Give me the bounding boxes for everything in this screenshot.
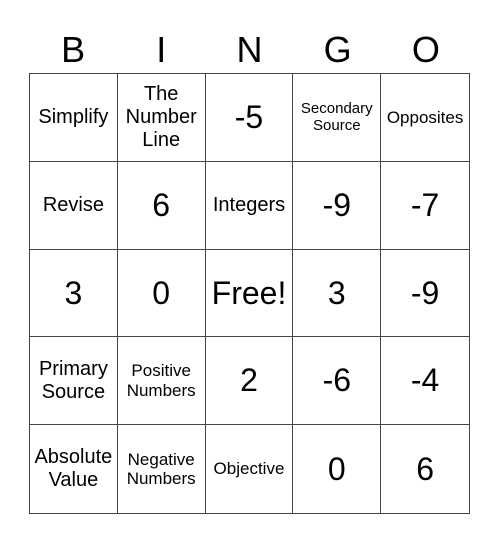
bingo-cell[interactable]: 3 xyxy=(30,249,118,338)
cell-text: -7 xyxy=(410,186,440,223)
cell-text: -5 xyxy=(234,99,264,135)
bingo-cell[interactable]: Integers xyxy=(205,161,294,250)
bingo-cell[interactable]: Objective xyxy=(206,425,294,513)
bingo-cell[interactable]: -6 xyxy=(293,337,382,426)
bingo-cell[interactable]: Positive Numbers xyxy=(117,337,206,426)
cell-text: Simplify xyxy=(38,105,109,128)
bingo-cell[interactable]: -5 xyxy=(205,74,294,162)
bingo-header: B I N G O xyxy=(29,26,470,73)
cell-text: Primary Source xyxy=(38,357,108,403)
header-letter-g: G xyxy=(323,29,352,70)
free-space-cell[interactable]: Free! xyxy=(205,249,294,338)
cell-text: -9 xyxy=(410,274,440,311)
bingo-grid: Simplify The Number Line -5 Secondary Sourc… xyxy=(29,73,470,514)
cell-text: 3 xyxy=(64,274,83,311)
bingo-cell[interactable]: -9 xyxy=(293,161,382,250)
bingo-cell[interactable]: Opposites xyxy=(381,74,469,162)
bingo-cell[interactable]: 3 xyxy=(293,249,382,338)
cell-text: 0 xyxy=(327,450,346,487)
bingo-cell[interactable]: Primary Source xyxy=(30,337,118,426)
bingo-cell[interactable]: The Number Line xyxy=(117,74,206,162)
cell-text: Opposites xyxy=(386,107,464,127)
cell-text: The Number Line xyxy=(125,82,197,151)
cell-text: 3 xyxy=(327,274,346,311)
cell-text: Objective xyxy=(213,459,285,479)
cell-text: -6 xyxy=(322,362,352,399)
header-letter-o: O xyxy=(411,29,440,70)
cell-text: Integers xyxy=(212,193,286,216)
cell-text: Absolute Value xyxy=(34,446,113,492)
cell-text: Revise xyxy=(42,193,104,216)
header-letter-i: I xyxy=(156,29,167,70)
cell-text: 0 xyxy=(152,274,171,311)
header-letter-b: B xyxy=(61,29,86,70)
cell-text: Positive Numbers xyxy=(126,361,196,400)
bingo-cell[interactable]: -7 xyxy=(381,162,469,250)
bingo-cell[interactable]: Negative Numbers xyxy=(118,425,206,513)
bingo-cell[interactable]: Absolute Value xyxy=(30,425,118,513)
cell-text: 6 xyxy=(152,186,171,223)
bingo-cell[interactable]: 6 xyxy=(117,161,206,250)
bingo-cell[interactable]: -9 xyxy=(381,250,469,338)
bingo-cell[interactable]: Secondary Source xyxy=(293,74,382,162)
bingo-cell[interactable]: 2 xyxy=(205,337,294,426)
cell-text: 6 xyxy=(416,450,434,487)
bingo-cell[interactable]: Simplify xyxy=(30,74,118,162)
cell-text: 2 xyxy=(240,362,258,399)
cell-text: Secondary Source xyxy=(300,100,373,135)
cell-text: Negative Numbers xyxy=(126,449,196,489)
bingo-cell[interactable]: -4 xyxy=(381,337,469,426)
cell-text: -9 xyxy=(322,186,352,223)
bingo-cell[interactable]: 0 xyxy=(117,249,206,338)
header-letter-n: N xyxy=(236,29,263,70)
bingo-cell[interactable]: 6 xyxy=(381,425,469,513)
bingo-cell[interactable]: Revise xyxy=(30,161,118,250)
bingo-cell[interactable]: 0 xyxy=(293,425,382,513)
cell-text: -4 xyxy=(410,362,440,399)
cell-text: Free! xyxy=(211,274,287,311)
